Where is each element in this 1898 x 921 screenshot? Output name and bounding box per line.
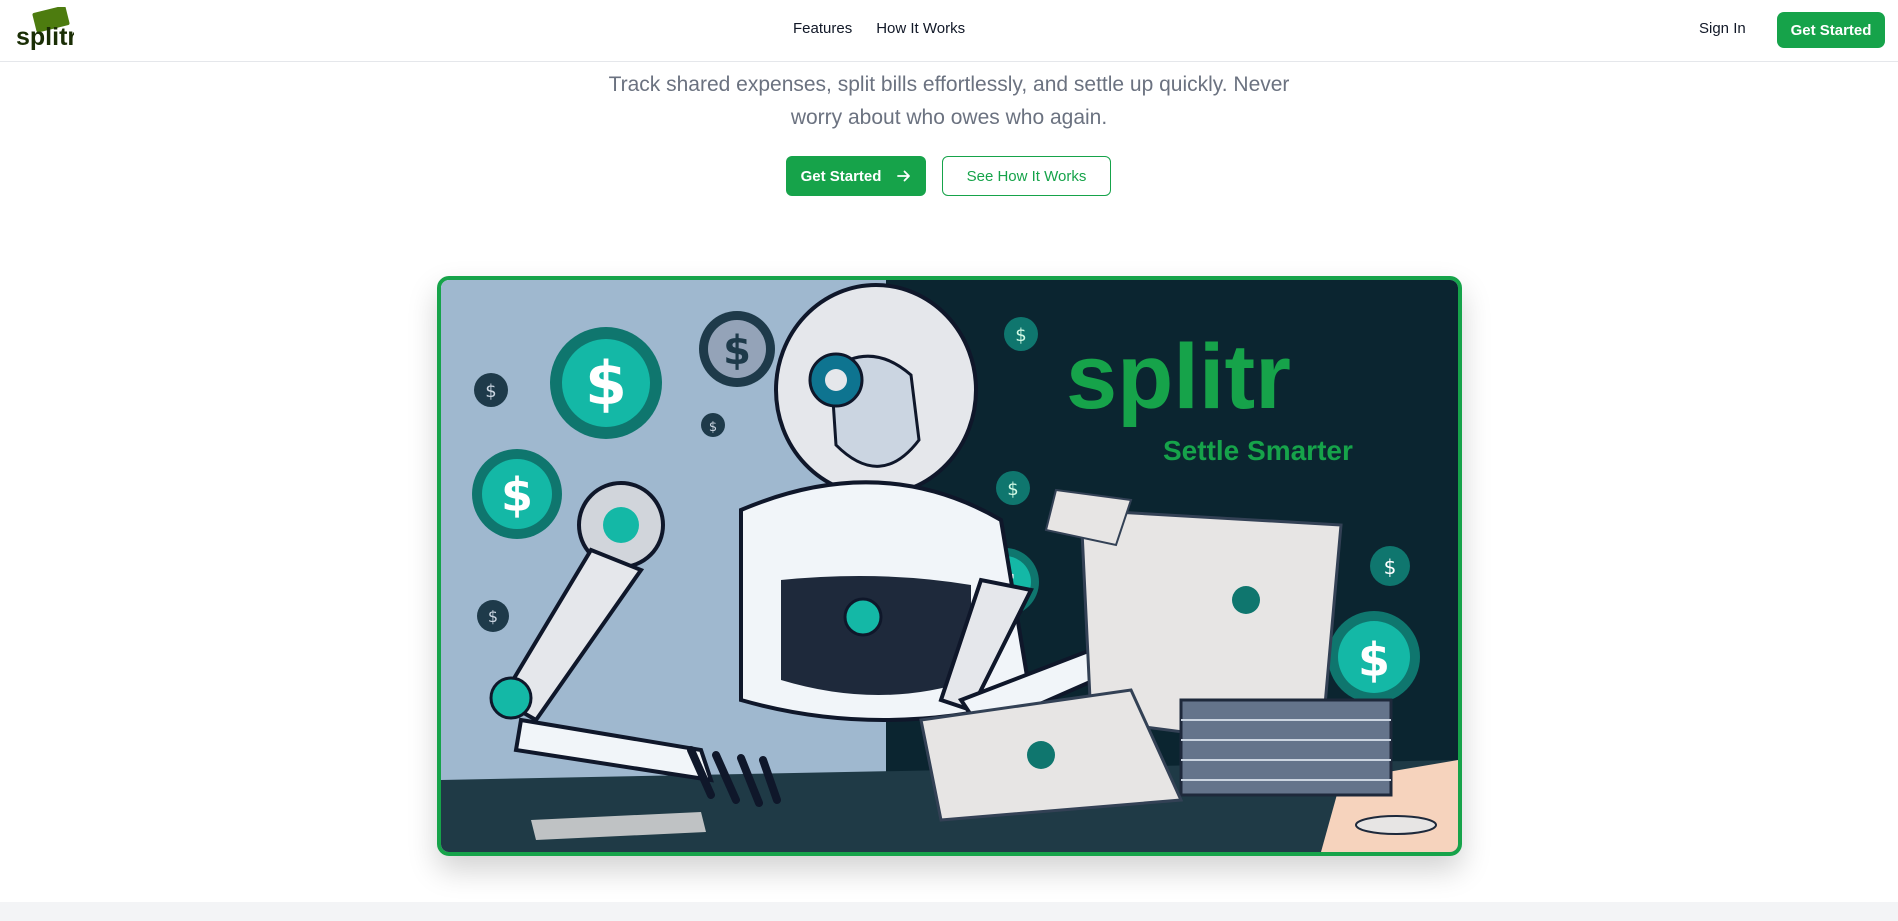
svg-text:$: $ (501, 468, 533, 522)
dollar-coin-icon: $ (1370, 546, 1410, 586)
dollar-coin-icon: $ (472, 449, 562, 539)
main-nav: Features How It Works (793, 20, 965, 37)
next-section-band (0, 902, 1898, 921)
site-header: splitr Features How It Works Sign In Get… (0, 0, 1898, 62)
svg-text:$: $ (585, 349, 627, 419)
get-started-label: Get Started (800, 167, 882, 185)
arrow-right-icon (897, 170, 911, 182)
hero-illustration: $ $ $ $ $ $ $ $ $ $ splitr Settle Smarte… (437, 276, 1462, 856)
get-started-button[interactable]: Get Started (786, 156, 926, 196)
dollar-coin-icon: $ (1328, 611, 1420, 703)
splitr-logo[interactable]: splitr (14, 7, 74, 53)
svg-text:$: $ (485, 381, 496, 402)
dollar-coin-icon: $ (1004, 317, 1038, 351)
svg-text:$: $ (1384, 555, 1397, 579)
image-splitr-logo: splitr (1066, 326, 1291, 428)
svg-text:$: $ (1015, 325, 1026, 346)
svg-text:$: $ (488, 607, 498, 626)
svg-text:$: $ (1007, 479, 1018, 500)
svg-text:$: $ (709, 420, 717, 435)
image-tagline: Settle Smarter (1163, 435, 1353, 466)
dollar-coin-icon: $ (701, 413, 725, 437)
dollar-coin-icon: $ (477, 600, 509, 632)
dollar-coin-icon: $ (699, 311, 775, 387)
svg-text:splitr: splitr (16, 23, 74, 51)
header-get-started-button[interactable]: Get Started (1777, 12, 1885, 48)
svg-text:$: $ (1358, 633, 1390, 687)
dollar-coin-icon: $ (474, 373, 508, 407)
hero-subtitle: Track shared expenses, split bills effor… (608, 73, 1290, 129)
sign-in-link[interactable]: Sign In (1699, 20, 1746, 37)
nav-features[interactable]: Features (793, 20, 852, 37)
see-how-it-works-button[interactable]: See How It Works (942, 156, 1111, 196)
dollar-coin-icon: $ (996, 471, 1030, 505)
robot-counting-money-image: $ $ $ $ $ $ $ $ $ $ splitr Settle Smarte… (441, 280, 1458, 852)
svg-text:$: $ (723, 328, 751, 374)
dollar-coin-icon: $ (550, 327, 662, 439)
nav-how-it-works[interactable]: How It Works (876, 20, 965, 37)
